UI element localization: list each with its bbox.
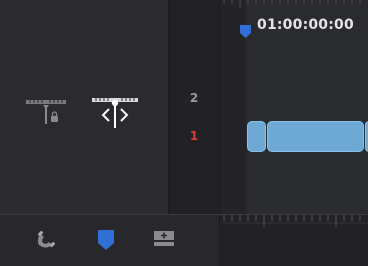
timeline-ruler[interactable]	[220, 0, 368, 14]
track-number-2[interactable]: 2	[169, 91, 219, 105]
timeline-clip[interactable]	[267, 121, 364, 152]
timeline-clip[interactable]	[247, 121, 266, 152]
flag-button[interactable]	[96, 228, 116, 252]
ruler-lock-icon	[26, 100, 66, 124]
track-number-1[interactable]: 1	[169, 129, 219, 143]
snap-button[interactable]	[35, 229, 57, 251]
bottom-ruler[interactable]	[220, 215, 368, 266]
timeline-editor: 2 1 01:00:00:00	[0, 0, 368, 266]
playhead-flag-icon[interactable]	[240, 25, 251, 38]
add-track-button[interactable]	[153, 230, 175, 248]
playhead-timecode: 01:00:00:00	[257, 17, 354, 33]
blue-flag-icon	[98, 230, 114, 250]
add-track-icon	[154, 231, 174, 246]
ruler-trim-icon	[92, 98, 138, 128]
magnet-snap-icon	[37, 230, 56, 248]
track-number-column: 2 1	[169, 0, 219, 214]
ruler-trim-tool[interactable]	[90, 94, 140, 132]
ruler-lock-tool[interactable]	[24, 94, 68, 130]
